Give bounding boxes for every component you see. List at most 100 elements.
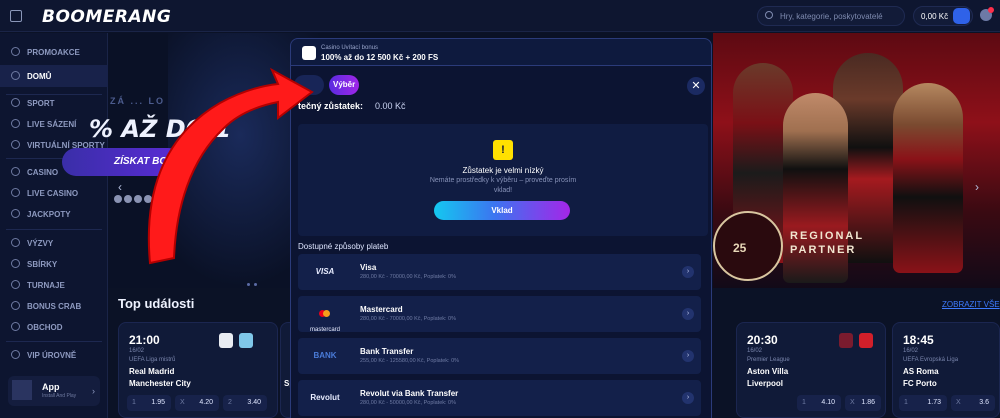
live-casino-icon xyxy=(11,188,20,197)
odds-button[interactable]: X 3.6 xyxy=(951,395,995,411)
mastercard-wordmark: mastercard xyxy=(309,327,340,333)
sidebar-item-turnaje[interactable]: TURNAJE xyxy=(0,274,108,296)
odds-button[interactable]: 1 1.95 xyxy=(127,395,171,411)
team-home: Real Madrid xyxy=(129,367,175,376)
event-card[interactable]: 21:00 16/02 UEFA Liga mistrů Real Madrid… xyxy=(118,322,278,418)
sidebar-item-obchod[interactable]: OBCHOD xyxy=(0,316,108,338)
event-time: 20:30 xyxy=(747,333,778,347)
sidebar-item-label: LIVE SÁZENÍ xyxy=(27,120,77,129)
hero-players-image: 25 REGIONAL PARTNER xyxy=(713,33,1000,288)
tab-withdraw[interactable]: Výběr xyxy=(329,75,359,95)
event-league: Premier League xyxy=(747,357,790,363)
notice-title: Zůstatek je velmi nízký xyxy=(462,166,544,175)
odds-key: 1 xyxy=(802,399,806,406)
pointer-arrow-icon xyxy=(147,67,314,265)
method-limits: 255,00 Kč - 125580,00 Kč, Poplatek: 0% xyxy=(360,358,460,364)
balance-value: 0.00 Kč xyxy=(375,101,406,111)
odds-button[interactable]: X 4.20 xyxy=(175,395,219,411)
odds-button[interactable]: 1 4.10 xyxy=(797,395,841,411)
sidebar-item-live-casino[interactable]: LIVE CASINO xyxy=(0,182,108,204)
sidebar-item-bonus-crab[interactable]: BONUS CRAB xyxy=(0,295,108,317)
app-download-card[interactable]: App Install And Play › xyxy=(8,376,100,406)
sidebar-item-label: CASINO xyxy=(27,168,59,177)
badge-number: 25 xyxy=(733,241,747,255)
sidebar-item-vip-urovne[interactable]: VIP ÚROVNĚ xyxy=(0,344,108,366)
regional-line: REGIONAL xyxy=(790,230,865,242)
close-icon[interactable]: ✕ xyxy=(687,77,705,95)
sidebar-divider xyxy=(6,229,102,230)
shop-icon xyxy=(11,322,20,331)
payment-method-mastercard[interactable]: mastercard Mastercard 280,00 Kč - 70000,… xyxy=(298,296,701,333)
chevron-right-icon[interactable]: › xyxy=(682,350,694,362)
sidebar: PROMOAKCE DOMŮ SPORT LIVE SÁZENÍ VIRTUÁL… xyxy=(0,33,108,418)
welcome-bonus-strip[interactable]: Casino Uvítací bonus 100% až do 12 500 K… xyxy=(290,38,712,66)
carousel-dot[interactable] xyxy=(247,283,250,286)
odds-button[interactable]: X 1.86 xyxy=(845,395,881,411)
odds-value: 3.6 xyxy=(979,399,989,406)
see-all-link[interactable]: ZOBRAZIT VŠE xyxy=(942,300,1000,309)
carousel-next-icon[interactable]: › xyxy=(975,180,979,194)
brand-logo[interactable]: BOOMERANG xyxy=(42,7,171,27)
event-time: 21:00 xyxy=(129,333,160,347)
odds-value: 1.86 xyxy=(861,399,875,406)
casino-icon xyxy=(11,167,20,176)
payment-method-revolut[interactable]: Revolut Revolut via Bank Transfer 280,00… xyxy=(298,380,701,416)
carousel-dot[interactable] xyxy=(254,283,257,286)
method-limits: 280,00 Kč - 50000,00 Kč, Poplatek: 0% xyxy=(360,400,457,406)
sidebar-item-label: VÝZVY xyxy=(27,239,54,248)
challenge-icon xyxy=(11,238,20,247)
sidebar-item-sport[interactable]: SPORT xyxy=(0,92,108,114)
method-name: Visa xyxy=(360,263,377,272)
method-name: Bank Transfer xyxy=(360,347,414,356)
sidebar-item-sbirky[interactable]: SBÍRKY xyxy=(0,253,108,275)
regional-partner-text: REGIONAL PARTNER xyxy=(790,229,864,257)
odds-value: 1.73 xyxy=(927,399,941,406)
payment-method-bank-transfer[interactable]: BANK Bank Transfer 255,00 Kč - 125580,00… xyxy=(298,338,701,374)
sidebar-divider xyxy=(6,341,102,342)
app-subtitle: Install And Play xyxy=(42,393,77,399)
wallet-button[interactable] xyxy=(953,8,970,24)
jackpot-icon xyxy=(11,209,20,218)
sidebar-item-domu[interactable]: DOMŮ xyxy=(0,65,108,87)
method-limits: 280,00 Kč - 70000,00 Kč, Poplatek: 0% xyxy=(360,274,457,280)
odds-value: 3.40 xyxy=(247,399,261,406)
payment-logo-icon xyxy=(114,195,122,203)
carousel-prev-icon[interactable]: ‹ xyxy=(118,180,122,194)
sidebar-item-promoakce[interactable]: PROMOAKCE xyxy=(0,41,108,63)
event-league: UEFA Evropská Liga xyxy=(903,357,959,363)
odds-button[interactable]: 2 3.40 xyxy=(223,395,267,411)
sidebar-item-jackpoty[interactable]: JACKPOTY xyxy=(0,203,108,225)
partner-line: PARTNER xyxy=(790,244,857,256)
promo-offer: 100% až do 12 500 Kč + 200 FS xyxy=(321,53,439,62)
section-title: Top události xyxy=(118,296,195,311)
payment-method-visa[interactable]: VISA Visa 280,00 Kč - 70000,00 Kč, Popla… xyxy=(298,254,701,290)
player-figure xyxy=(893,83,963,273)
odds-value: 1.95 xyxy=(151,399,165,406)
shirt-icon xyxy=(239,333,253,348)
chevron-right-icon[interactable]: › xyxy=(682,266,694,278)
search-input[interactable]: Hry, kategorie, poskytovatelé xyxy=(757,6,905,26)
team-away: FC Porto xyxy=(903,379,937,388)
shirt-icon xyxy=(839,333,853,348)
event-date: 16/02 xyxy=(903,348,919,354)
event-time: 18:45 xyxy=(903,333,934,347)
notice-text: Nemáte prostředky k výběru – proveďte pr… xyxy=(429,177,577,194)
sidebar-item-label: BONUS CRAB xyxy=(27,302,82,311)
low-balance-notice: ! Zůstatek je velmi nízký Nemáte prostře… xyxy=(298,124,708,236)
mastercard-logo-icon: mastercard xyxy=(304,306,346,333)
sidebar-item-label: VIP ÚROVNĚ xyxy=(27,351,77,360)
payment-logo-icon xyxy=(124,195,132,203)
sidebar-toggle-icon[interactable] xyxy=(10,10,22,22)
deposit-button[interactable]: Vklad xyxy=(434,201,570,220)
sidebar-item-vyzvy[interactable]: VÝZVY xyxy=(0,232,108,254)
odds-button[interactable]: 1 1.73 xyxy=(899,395,947,411)
chevron-right-icon[interactable]: › xyxy=(682,308,694,320)
chevron-right-icon[interactable]: › xyxy=(682,392,694,404)
event-card[interactable]: 18:45 16/02 UEFA Evropská Liga AS Roma F… xyxy=(892,322,1000,418)
ball-icon xyxy=(11,98,20,107)
sidebar-item-label: JACKPOTY xyxy=(27,210,71,219)
top-bar: BOOMERANG Hry, kategorie, poskytovatelé … xyxy=(0,0,1000,32)
event-card[interactable]: 20:30 16/02 Premier League Aston Villa L… xyxy=(736,322,886,418)
odds-value: 4.20 xyxy=(199,399,213,406)
odds-key: X xyxy=(180,399,185,406)
